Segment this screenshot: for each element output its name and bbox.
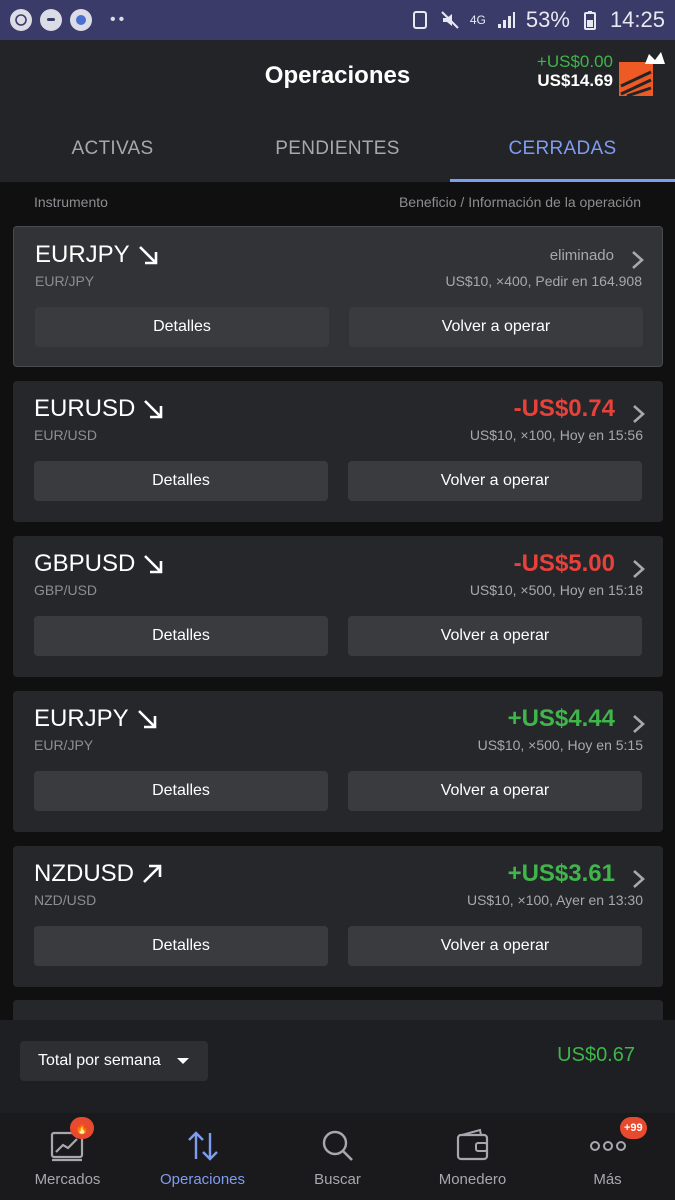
chat-icon (40, 9, 62, 31)
trade-symbol: EURUSD (34, 395, 165, 423)
trade-card[interactable]: GBPUSD GBP/USD -US$5.00 US$10, ×500, Hoy… (13, 536, 663, 677)
trade-tabs: ACTIVAS PENDIENTES CERRADAS (0, 115, 675, 182)
nav-label: Operaciones (159, 1171, 246, 1188)
tab-activas[interactable]: ACTIVAS (0, 115, 225, 182)
nav-mas[interactable]: +99 Más (540, 1113, 675, 1200)
network-type: 4G (469, 13, 486, 27)
trade-info: US$10, ×500, Hoy en 5:15 (477, 737, 643, 753)
details-button[interactable]: Detalles (34, 926, 328, 966)
account-balance: US$14.69 (537, 71, 613, 90)
column-instrument: Instrumento (34, 194, 108, 210)
account-logo-icon[interactable] (617, 50, 667, 100)
symbol-label: GBPUSD (34, 550, 136, 577)
nav-label: Mercados (34, 1171, 101, 1188)
retrade-button[interactable]: Volver a operar (349, 307, 643, 347)
details-button[interactable]: Detalles (35, 307, 329, 347)
details-button[interactable]: Detalles (34, 461, 328, 501)
nav-label: Más (593, 1171, 622, 1188)
symbol-label: NZDUSD (34, 860, 134, 887)
battery-percent: 53% (525, 7, 570, 32)
symbol-label: EURJPY (34, 705, 129, 732)
search-icon (322, 1130, 353, 1161)
weekly-total: US$0.67 (557, 1044, 635, 1066)
nav-label: Buscar (314, 1171, 361, 1188)
chevron-right-icon[interactable] (631, 713, 647, 735)
list-column-header: Instrumento Beneficio / Información de l… (0, 182, 675, 222)
pnl-change: +US$0.00 (536, 52, 613, 71)
trade-pair: NZD/USD (34, 892, 97, 908)
trade-card[interactable]: EURJPY EUR/JPY +US$4.44 US$10, ×500, Hoy… (13, 691, 663, 832)
weekly-summary-bar: Total por semana US$0.67 (0, 1020, 675, 1113)
more-notifications-icon: •• (110, 11, 128, 28)
trade-info: US$10, ×100, Hoy en 15:56 (469, 427, 643, 443)
symbol-label: EURUSD (34, 395, 136, 422)
clock: 14:25 (609, 7, 665, 32)
arrow-down-right-icon (144, 400, 163, 419)
trade-symbol: EURJPY (34, 705, 159, 733)
hot-fire-badge-icon: 🔥 (70, 1117, 94, 1139)
trade-info: US$10, ×400, Pedir en 164.908 (445, 273, 642, 289)
trade-info: US$10, ×500, Hoy en 15:18 (469, 582, 643, 598)
trade-symbol: GBPUSD (34, 550, 165, 578)
globe-icon (70, 9, 92, 31)
period-dropdown[interactable]: Total por semana (20, 1041, 208, 1081)
whatsapp-icon (10, 9, 32, 31)
trade-pair: EUR/JPY (34, 737, 94, 753)
nav-monedero[interactable]: Monedero (405, 1113, 540, 1200)
app-header: Operaciones +US$0.00 US$14.69 (0, 40, 675, 115)
nav-label: Monedero (438, 1171, 507, 1188)
trade-symbol: EURJPY (35, 241, 160, 269)
arrow-down-right-icon (137, 710, 156, 729)
status-bar: •• 4G 53% 14:25 (0, 0, 675, 40)
details-button[interactable]: Detalles (34, 771, 328, 811)
retrade-button[interactable]: Volver a operar (348, 926, 642, 966)
trade-card[interactable]: NZDUSD NZD/USD +US$3.61 US$10, ×100, Aye… (13, 846, 663, 987)
details-button[interactable]: Detalles (34, 616, 328, 656)
trade-result: eliminado (549, 247, 614, 264)
caret-down-icon (177, 1058, 189, 1064)
trade-result: +US$4.44 (507, 705, 615, 732)
trades-icon (187, 1131, 218, 1161)
trade-card[interactable]: EURJPY EUR/JPY eliminado US$10, ×400, Pe… (13, 226, 663, 367)
arrow-down-right-icon (144, 555, 163, 574)
battery-icon (583, 11, 596, 30)
nav-mercados[interactable]: 🔥 Mercados (0, 1113, 135, 1200)
arrow-up-right-icon (143, 864, 162, 883)
trade-result: +US$3.61 (507, 860, 615, 887)
tab-cerradas[interactable]: CERRADAS (450, 115, 675, 182)
nav-buscar[interactable]: Buscar (270, 1113, 405, 1200)
trade-pair: GBP/USD (34, 582, 98, 598)
period-label: Total por semana (38, 1052, 161, 1069)
balance-summary[interactable]: +US$0.00 US$14.69 (537, 52, 613, 90)
bottom-nav: 🔥 Mercados Operaciones Buscar Monedero +… (0, 1113, 675, 1200)
retrade-button[interactable]: Volver a operar (348, 616, 642, 656)
chevron-right-icon[interactable] (631, 403, 647, 425)
trade-card[interactable]: EURUSD EUR/USD -US$0.74 US$10, ×100, Hoy… (13, 381, 663, 522)
trade-pair: EUR/USD (34, 427, 98, 443)
nav-operaciones[interactable]: Operaciones (135, 1113, 270, 1200)
retrade-button[interactable]: Volver a operar (348, 771, 642, 811)
chevron-right-icon[interactable] (631, 558, 647, 580)
column-profit-info: Beneficio / Información de la operación (398, 194, 641, 210)
mute-icon (441, 11, 459, 29)
symbol-label: EURJPY (35, 241, 130, 268)
chevron-right-icon[interactable] (630, 249, 646, 271)
trade-pair: EUR/JPY (35, 273, 95, 289)
wallet-icon (456, 1128, 488, 1161)
trade-info: US$10, ×100, Ayer en 13:30 (466, 892, 643, 908)
nfc-icon (412, 11, 427, 29)
trade-symbol: NZDUSD (34, 860, 164, 888)
signal-icon (497, 12, 515, 28)
trade-result: -US$0.74 (513, 395, 615, 422)
arrow-down-right-icon (138, 246, 157, 265)
tab-pendientes[interactable]: PENDIENTES (225, 115, 450, 182)
retrade-button[interactable]: Volver a operar (348, 461, 642, 501)
chevron-right-icon[interactable] (631, 868, 647, 890)
trade-result: -US$5.00 (513, 550, 615, 577)
notification-badge: +99 (620, 1117, 647, 1139)
